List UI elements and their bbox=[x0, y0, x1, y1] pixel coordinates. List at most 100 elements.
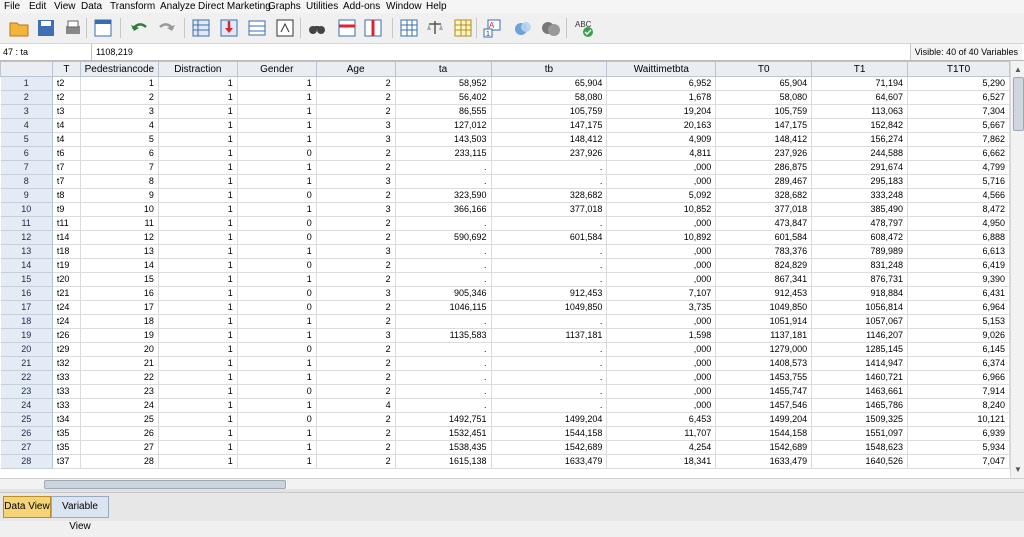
vertical-scroll-thumb[interactable] bbox=[1013, 77, 1024, 131]
cell-waittimetbta[interactable]: 10,892 bbox=[606, 230, 717, 245]
redo-button[interactable] bbox=[156, 17, 178, 39]
weight-cases-button[interactable] bbox=[424, 17, 446, 39]
cell-tb[interactable]: . bbox=[491, 342, 608, 357]
cell-tb[interactable]: . bbox=[491, 398, 608, 413]
cell-t[interactable]: t14 bbox=[52, 230, 81, 245]
cell-t0[interactable]: 912,453 bbox=[715, 286, 813, 301]
cell-age[interactable]: 2 bbox=[316, 384, 396, 399]
cell-tb[interactable]: . bbox=[491, 370, 608, 385]
cell-ta[interactable]: 590,692 bbox=[395, 230, 492, 245]
cell-pedestriancode[interactable]: 11 bbox=[80, 216, 159, 231]
cell-tb[interactable]: 65,904 bbox=[491, 76, 608, 91]
cell-ta[interactable]: 58,952 bbox=[395, 76, 492, 91]
cell-age[interactable]: 2 bbox=[316, 104, 396, 119]
cell-t1[interactable]: 1414,947 bbox=[811, 356, 909, 371]
menu-utilities[interactable]: Utilities bbox=[306, 1, 338, 12]
column-header-waittimetbta[interactable]: Waittimetbta bbox=[606, 61, 717, 77]
cell-gender[interactable]: 1 bbox=[237, 356, 317, 371]
open-folder-button[interactable] bbox=[8, 17, 30, 39]
cell-t1[interactable]: 1057,067 bbox=[811, 314, 909, 329]
cell-t[interactable]: t19 bbox=[52, 258, 81, 273]
cell-age[interactable]: 2 bbox=[316, 426, 396, 441]
cell-distraction[interactable]: 1 bbox=[158, 272, 238, 287]
column-header-t0[interactable]: T0 bbox=[715, 61, 813, 77]
cell-waittimetbta[interactable]: 4,811 bbox=[606, 146, 717, 161]
row-number[interactable]: 20 bbox=[0, 342, 53, 357]
cell-ta[interactable]: . bbox=[395, 258, 492, 273]
cell-distraction[interactable]: 1 bbox=[158, 216, 238, 231]
menu-edit[interactable]: Edit bbox=[29, 1, 46, 12]
cell-t1t0[interactable]: 6,527 bbox=[907, 90, 1010, 105]
cell-tb[interactable]: 1544,158 bbox=[491, 426, 608, 441]
column-header-t[interactable]: T bbox=[51, 61, 81, 77]
cell-ta[interactable]: . bbox=[395, 342, 492, 357]
cell-gender[interactable]: 0 bbox=[237, 146, 317, 161]
cell-gender[interactable]: 0 bbox=[237, 384, 317, 399]
row-number[interactable]: 25 bbox=[0, 412, 53, 427]
variables-button[interactable] bbox=[246, 17, 268, 39]
cell-distraction[interactable]: 1 bbox=[158, 286, 238, 301]
cell-waittimetbta[interactable]: 1,598 bbox=[606, 328, 717, 343]
cell-t1t0[interactable]: 6,964 bbox=[907, 300, 1010, 315]
cell-t[interactable]: t20 bbox=[52, 272, 81, 287]
cell-t1[interactable]: 385,490 bbox=[811, 202, 909, 217]
cell-t1[interactable]: 1551,097 bbox=[811, 426, 909, 441]
cell-age[interactable]: 3 bbox=[316, 174, 396, 189]
cell-t1[interactable]: 789,989 bbox=[811, 244, 909, 259]
menu-window[interactable]: Window bbox=[386, 1, 422, 12]
row-number[interactable]: 14 bbox=[0, 258, 53, 273]
cell-ta[interactable]: . bbox=[395, 160, 492, 175]
cell-waittimetbta[interactable]: ,000 bbox=[606, 342, 717, 357]
cell-tb[interactable]: 147,175 bbox=[491, 118, 608, 133]
cell-age[interactable]: 2 bbox=[316, 160, 396, 175]
cell-age[interactable]: 3 bbox=[316, 328, 396, 343]
cell-t0[interactable]: 58,080 bbox=[715, 90, 813, 105]
goto-case-button[interactable] bbox=[190, 17, 212, 39]
cell-t0[interactable]: 867,341 bbox=[715, 272, 813, 287]
cell-t0[interactable]: 377,018 bbox=[715, 202, 813, 217]
cell-distraction[interactable]: 1 bbox=[158, 160, 238, 175]
show-all-variables-button[interactable] bbox=[540, 17, 562, 39]
scroll-down-arrow-icon[interactable]: ▼ bbox=[1011, 463, 1024, 476]
cell-distraction[interactable]: 1 bbox=[158, 132, 238, 147]
dialog-recall-button[interactable] bbox=[92, 17, 114, 39]
menu-analyze[interactable]: Analyze bbox=[160, 1, 196, 12]
row-number[interactable]: 3 bbox=[0, 104, 53, 119]
horizontal-scrollbar[interactable] bbox=[0, 478, 1024, 489]
cell-age[interactable]: 2 bbox=[316, 356, 396, 371]
cell-t[interactable]: t7 bbox=[52, 160, 81, 175]
cell-tb[interactable]: . bbox=[491, 384, 608, 399]
cell-age[interactable]: 2 bbox=[316, 76, 396, 91]
spell-check-button[interactable]: ABC bbox=[574, 17, 596, 39]
cell-t1[interactable]: 1146,207 bbox=[811, 328, 909, 343]
cell-t[interactable]: t24 bbox=[52, 300, 81, 315]
cell-t0[interactable]: 783,376 bbox=[715, 244, 813, 259]
row-number[interactable]: 4 bbox=[0, 118, 53, 133]
cell-distraction[interactable]: 1 bbox=[158, 370, 238, 385]
cell-t1t0[interactable]: 6,374 bbox=[907, 356, 1010, 371]
cell-tb[interactable]: 377,018 bbox=[491, 202, 608, 217]
cell-gender[interactable]: 0 bbox=[237, 412, 317, 427]
cell-age[interactable]: 3 bbox=[316, 286, 396, 301]
cell-age[interactable]: 3 bbox=[316, 202, 396, 217]
cell-ta[interactable]: 1046,115 bbox=[395, 300, 492, 315]
cell-age[interactable]: 3 bbox=[316, 118, 396, 133]
cell-waittimetbta[interactable]: ,000 bbox=[606, 160, 717, 175]
cell-t1t0[interactable]: 4,950 bbox=[907, 216, 1010, 231]
cell-ta[interactable]: . bbox=[395, 272, 492, 287]
cell-t0[interactable]: 1633,479 bbox=[715, 454, 813, 469]
cell-t[interactable]: t2 bbox=[52, 90, 81, 105]
cell-ta[interactable]: 905,346 bbox=[395, 286, 492, 301]
cell-ta[interactable]: 323,590 bbox=[395, 188, 492, 203]
cell-ta[interactable]: 56,402 bbox=[395, 90, 492, 105]
cell-age[interactable]: 2 bbox=[316, 258, 396, 273]
cell-waittimetbta[interactable]: ,000 bbox=[606, 174, 717, 189]
cell-t0[interactable]: 1137,181 bbox=[715, 328, 813, 343]
cell-t0[interactable]: 1542,689 bbox=[715, 440, 813, 455]
cell-ta[interactable]: . bbox=[395, 216, 492, 231]
row-number[interactable]: 7 bbox=[0, 160, 53, 175]
row-number[interactable]: 8 bbox=[0, 174, 53, 189]
cell-age[interactable]: 2 bbox=[316, 272, 396, 287]
cell-t1t0[interactable]: 5,290 bbox=[907, 76, 1010, 91]
cell-t[interactable]: t21 bbox=[52, 286, 81, 301]
